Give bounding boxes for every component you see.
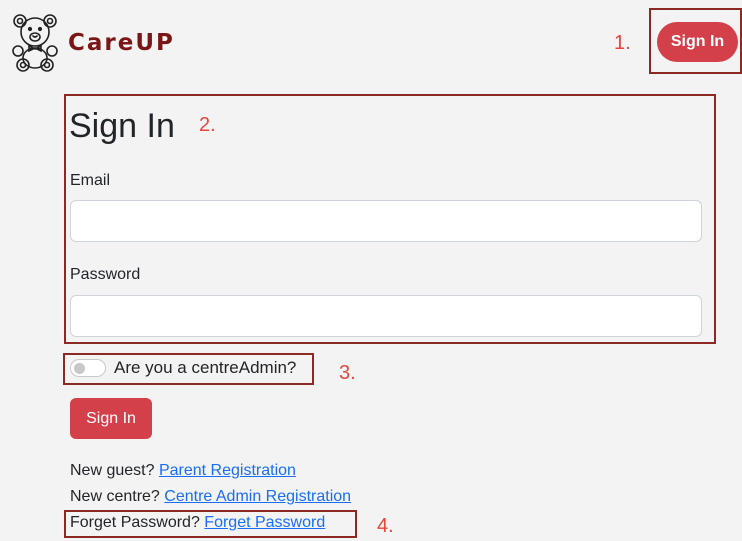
centre-prefix: New centre? [70,488,160,505]
centre-registration-line: New centre? Centre Admin Registration [70,488,351,506]
nav-sign-in-button[interactable]: Sign In [657,22,738,62]
brand-name[interactable]: CareUP [68,30,175,56]
page-title: Sign In [69,107,175,145]
parent-registration-link[interactable]: Parent Registration [159,462,296,479]
navbar: CareUP 1. Sign In [0,0,742,84]
annotation-label-1: 1. [614,32,631,54]
annotation-box-4 [64,510,357,538]
password-label: Password [70,266,141,283]
centre-admin-registration-link[interactable]: Centre Admin Registration [164,488,351,505]
annotation-label-4: 4. [377,515,394,537]
teddy-bear-icon[interactable] [8,10,62,72]
centre-admin-toggle-label[interactable]: Are you a centreAdmin? [114,358,296,378]
guest-registration-line: New guest? Parent Registration [70,462,296,480]
email-label: Email [70,172,111,189]
toggle-knob [74,363,85,374]
password-field[interactable] [70,295,702,337]
annotation-label-3: 3. [339,362,356,384]
centre-admin-toggle[interactable] [70,359,106,377]
sign-in-button[interactable]: Sign In [70,398,152,439]
guest-prefix: New guest? [70,462,155,479]
annotation-label-2: 2. [199,114,216,136]
email-field[interactable] [70,200,702,242]
